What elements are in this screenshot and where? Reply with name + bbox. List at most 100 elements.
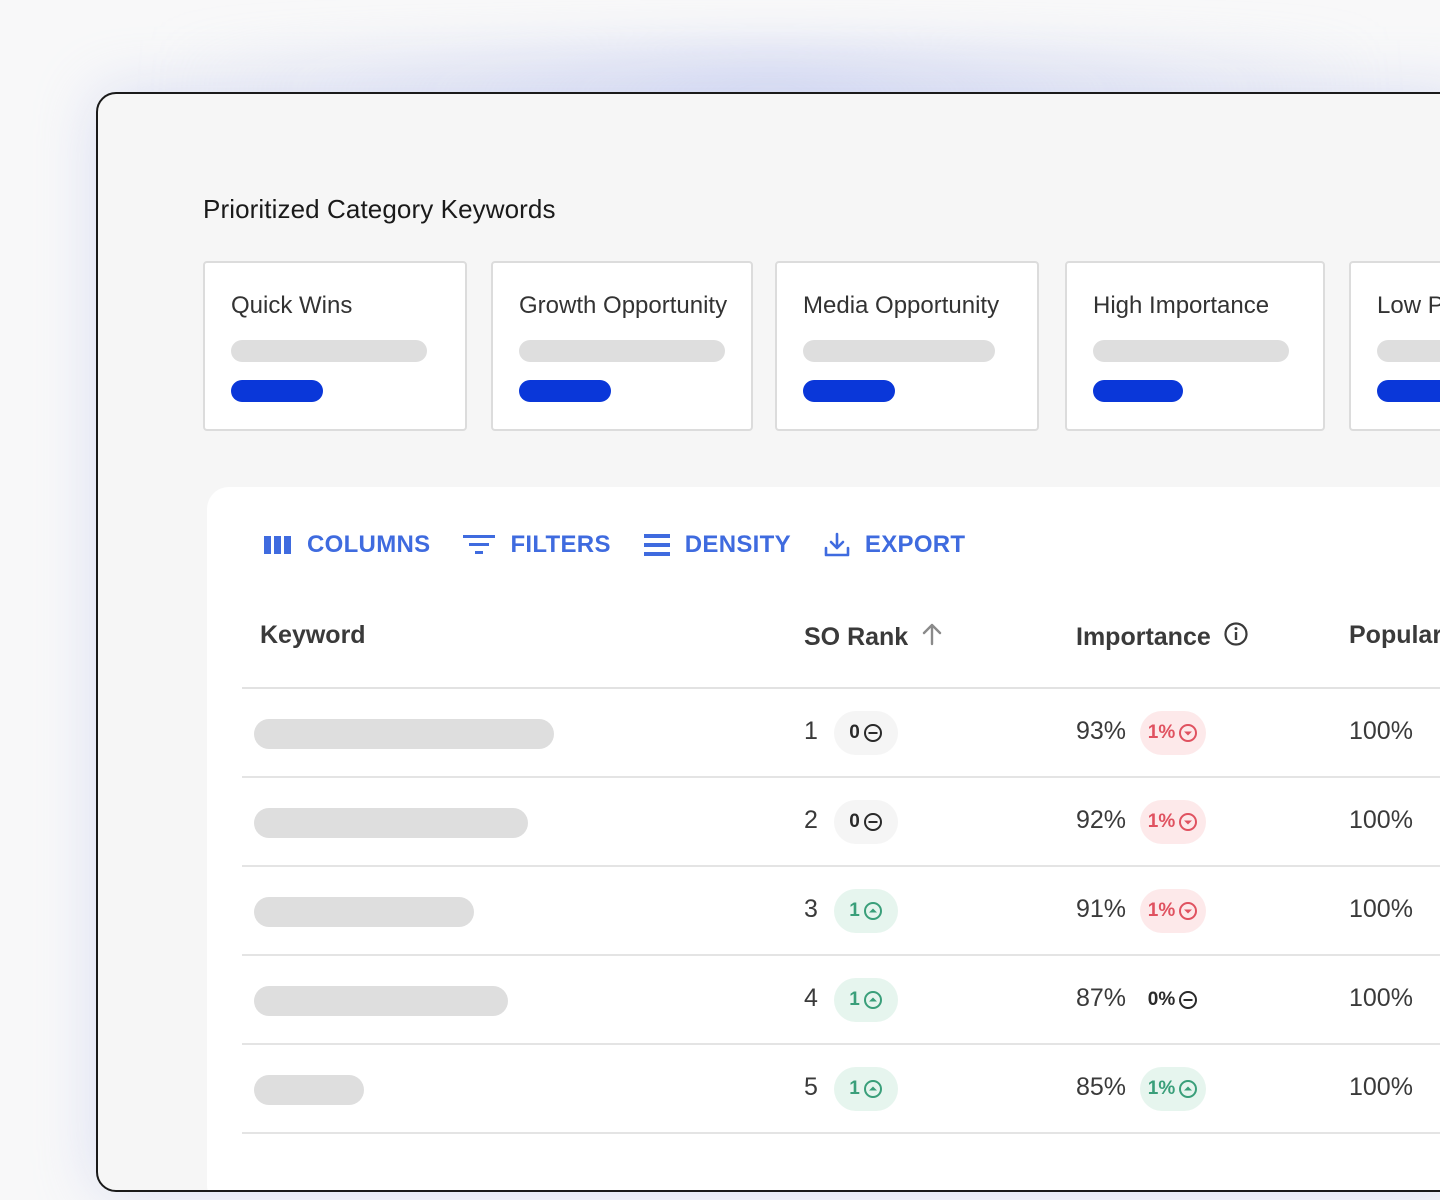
importance-change-value: 0% xyxy=(1147,989,1176,1010)
skeleton-bar xyxy=(231,340,427,362)
card-label: High Importance xyxy=(1093,292,1270,319)
skeleton-bar xyxy=(803,340,995,362)
page-title: Prioritized Category Keywords xyxy=(203,194,556,224)
header-label: Importance xyxy=(1076,623,1211,651)
popularity-value: 100% xyxy=(1349,717,1413,745)
importance-change-badge: 1% xyxy=(1140,711,1206,755)
minus-circle-icon xyxy=(863,812,883,832)
importance-change-value: 1% xyxy=(1147,1078,1176,1099)
info-icon[interactable] xyxy=(1223,621,1249,654)
keywords-table: COLUMNS FILTERS DENSITY EXPORT Keyword S… xyxy=(207,487,1440,1190)
category-cards: Quick Wins Growth Opportunity Media Oppo… xyxy=(203,261,1440,431)
column-header-importance[interactable]: Importance xyxy=(1076,621,1249,654)
minus-circle-icon xyxy=(863,723,883,743)
importance-change-badge: 1% xyxy=(1140,800,1206,844)
table-row[interactable]: 3 1 91% 1% 100% xyxy=(242,867,1440,956)
popularity-value: 100% xyxy=(1349,984,1413,1012)
columns-icon xyxy=(263,534,293,556)
rank-change-value: 1 xyxy=(849,900,860,921)
arrow-up-icon[interactable] xyxy=(920,621,944,654)
table-row[interactable]: 2 0 92% 1% 100% xyxy=(242,778,1440,867)
up-circle-icon xyxy=(863,901,883,921)
importance-change-badge: 1% xyxy=(1140,889,1206,933)
table-row[interactable]: 5 1 85% 1% 100% xyxy=(242,1045,1440,1134)
column-header-so-rank[interactable]: SO Rank xyxy=(804,621,944,654)
export-button[interactable]: EXPORT xyxy=(823,531,965,559)
keyword-skeleton xyxy=(254,1075,364,1105)
rank-change-badge: 0 xyxy=(834,800,898,844)
app-window: Prioritized Category Keywords Quick Wins… xyxy=(96,92,1440,1192)
importance-change-value: 1% xyxy=(1147,722,1176,743)
keyword-skeleton xyxy=(254,897,474,927)
rank-change-value: 1 xyxy=(849,989,860,1010)
column-header-keyword[interactable]: Keyword xyxy=(260,621,366,650)
up-circle-icon xyxy=(863,1079,883,1099)
importance-value: 87% xyxy=(1076,984,1127,1012)
card-label: Media Opportunity xyxy=(803,292,1000,319)
rank-change-badge: 1 xyxy=(834,978,898,1022)
card-high-importance[interactable]: High Importance xyxy=(1065,261,1325,431)
importance-change-badge: 0% xyxy=(1140,978,1206,1022)
keyword-skeleton xyxy=(254,719,554,749)
so-rank-value: 1 xyxy=(804,717,818,745)
down-circle-icon xyxy=(1178,723,1198,743)
rank-change-value: 0 xyxy=(849,811,860,832)
so-rank-value: 5 xyxy=(804,1073,818,1101)
density-icon xyxy=(643,533,671,557)
table-header: Keyword SO Rank Importance Populari xyxy=(242,597,1440,689)
importance-value: 92% xyxy=(1076,806,1127,834)
card-media-opportunity[interactable]: Media Opportunity xyxy=(775,261,1039,431)
filters-label: FILTERS xyxy=(510,531,611,558)
down-circle-icon xyxy=(1178,901,1198,921)
header-label: Keyword xyxy=(260,621,366,649)
rank-change-badge: 1 xyxy=(834,889,898,933)
header-label: Populari xyxy=(1349,621,1440,649)
columns-button[interactable]: COLUMNS xyxy=(263,531,430,559)
column-header-popularity[interactable]: Populari xyxy=(1349,621,1440,650)
skeleton-accent-bar xyxy=(1377,380,1440,402)
so-rank-value: 4 xyxy=(804,984,818,1012)
skeleton-bar xyxy=(519,340,725,362)
table-toolbar: COLUMNS FILTERS DENSITY EXPORT xyxy=(263,525,997,565)
popularity-value: 100% xyxy=(1349,895,1413,923)
down-circle-icon xyxy=(1178,812,1198,832)
so-rank-value: 3 xyxy=(804,895,818,923)
importance-value: 93% xyxy=(1076,717,1127,745)
card-label: Quick Wins xyxy=(231,292,353,319)
skeleton-accent-bar xyxy=(803,380,895,402)
card-label: Low P xyxy=(1377,292,1440,319)
importance-value: 85% xyxy=(1076,1073,1127,1101)
export-label: EXPORT xyxy=(864,531,966,558)
skeleton-accent-bar xyxy=(1093,380,1183,402)
header-label: SO Rank xyxy=(804,623,909,651)
keyword-skeleton xyxy=(254,986,508,1016)
density-button[interactable]: DENSITY xyxy=(643,531,791,559)
minus-circle-icon xyxy=(1178,990,1198,1010)
skeleton-bar xyxy=(1377,340,1440,362)
export-icon xyxy=(823,531,851,559)
rank-change-badge: 0 xyxy=(834,711,898,755)
density-label: DENSITY xyxy=(684,531,791,558)
popularity-value: 100% xyxy=(1349,1073,1413,1101)
keyword-skeleton xyxy=(254,808,528,838)
filter-icon xyxy=(462,532,496,558)
popularity-value: 100% xyxy=(1349,806,1413,834)
importance-change-value: 1% xyxy=(1147,900,1176,921)
up-circle-icon xyxy=(863,990,883,1010)
table-row[interactable]: 4 1 87% 0% 100% xyxy=(242,956,1440,1045)
importance-change-badge: 1% xyxy=(1140,1067,1206,1111)
card-quick-wins[interactable]: Quick Wins xyxy=(203,261,467,431)
importance-value: 91% xyxy=(1076,895,1127,923)
rank-change-value: 1 xyxy=(849,1078,860,1099)
so-rank-value: 2 xyxy=(804,806,818,834)
columns-label: COLUMNS xyxy=(307,531,431,558)
importance-change-value: 1% xyxy=(1147,811,1176,832)
card-growth-opportunity[interactable]: Growth Opportunity xyxy=(491,261,753,431)
card-label: Growth Opportunity xyxy=(519,292,728,319)
filters-button[interactable]: FILTERS xyxy=(462,531,610,559)
table-row[interactable]: 1 0 93% 1% 100% xyxy=(242,689,1440,778)
up-circle-icon xyxy=(1178,1079,1198,1099)
rank-change-value: 0 xyxy=(849,722,860,743)
skeleton-bar xyxy=(1093,340,1289,362)
card-low-priority[interactable]: Low P xyxy=(1349,261,1440,431)
